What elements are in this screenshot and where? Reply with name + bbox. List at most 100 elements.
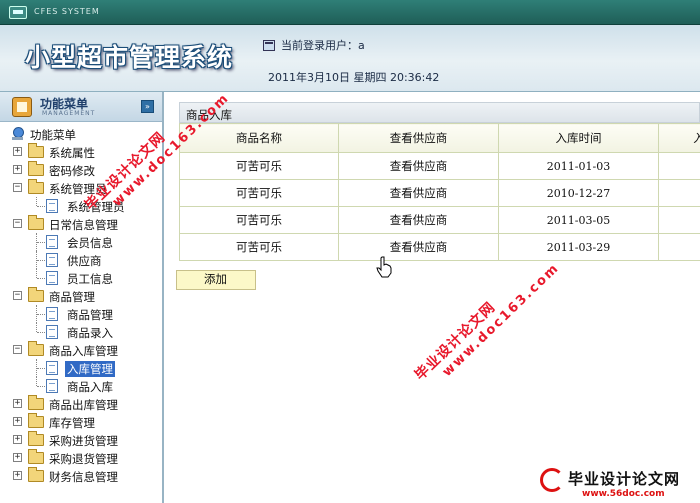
- stock-in-date-cell: 2011-03-05: [498, 206, 659, 234]
- folder-icon: [28, 395, 44, 410]
- product-name-cell: 可苦可乐: [179, 206, 339, 234]
- menu-sub-item[interactable]: 员工信息: [0, 269, 162, 287]
- menu-group-item[interactable]: − 商品管理: [0, 287, 162, 305]
- menu-sub-item[interactable]: 商品入库: [0, 377, 162, 395]
- expand-icon[interactable]: +: [13, 435, 22, 444]
- stock-in-date-cell: 2011-03-29: [498, 233, 659, 261]
- header-banner: 小型超市管理系统 当前登录用户：a 2011年3月10日 星期四 20:36:4…: [0, 25, 700, 92]
- menu-sub-label: 会员信息: [67, 236, 113, 250]
- product-name-cell: 可苦可乐: [179, 179, 339, 207]
- collapse-icon[interactable]: −: [13, 345, 22, 354]
- datetime-display: 2011年3月10日 星期四 20:36:42: [268, 71, 440, 84]
- expand-icon[interactable]: +: [13, 417, 22, 426]
- view-supplier-link[interactable]: 查看供应商: [338, 233, 499, 261]
- menu-subtitle: MANAGEMENT: [42, 110, 96, 117]
- menu-sub-item[interactable]: 商品管理: [0, 305, 162, 323]
- collapse-menu-button[interactable]: »: [141, 100, 154, 113]
- collapse-icon[interactable]: −: [13, 219, 22, 228]
- title-bar: CFES SYSTEM: [0, 0, 700, 25]
- table-cell: [658, 152, 700, 180]
- column-header: 查看供应商: [338, 123, 499, 153]
- folder-icon: [28, 215, 44, 230]
- folder-icon: [28, 449, 44, 464]
- table-row: 可苦可乐 查看供应商 2011-03-29: [179, 233, 700, 261]
- menu-sub-label: 商品录入: [67, 326, 113, 340]
- folder-icon: [28, 179, 44, 194]
- document-icon: [46, 253, 58, 267]
- menu-group-item[interactable]: − 商品入库管理: [0, 341, 162, 359]
- stock-in-table: 商品名称查看供应商入库时间入 可苦可乐查看供应商2011-01-03可苦可乐查看…: [179, 123, 700, 261]
- menu-group-label: 商品出库管理: [49, 398, 118, 412]
- view-supplier-link[interactable]: 查看供应商: [338, 179, 499, 207]
- site-logo: 毕业设计论文网 www.56doc.com: [538, 466, 700, 503]
- menu-sub-item[interactable]: 供应商: [0, 251, 162, 269]
- menu-sub-label: 商品入库: [67, 380, 113, 394]
- table-header-row: 商品名称查看供应商入库时间入: [179, 123, 700, 153]
- tree-line: [36, 269, 37, 278]
- logo-url: www.56doc.com: [582, 489, 665, 499]
- tree-line: [36, 323, 37, 332]
- folder-icon: [28, 341, 44, 356]
- tree-line: [37, 386, 45, 387]
- tree-line: [36, 377, 37, 386]
- logo-mark-icon: [540, 468, 564, 492]
- document-icon: [46, 361, 58, 375]
- window-icon: [9, 6, 27, 19]
- expand-icon[interactable]: +: [13, 453, 22, 462]
- main-content: 商品入库 商品名称查看供应商入库时间入 可苦可乐查看供应商2011-01-03可…: [166, 92, 700, 503]
- column-header: 入: [658, 123, 700, 153]
- table-cell: [658, 233, 700, 261]
- app-title: 小型超市管理系统: [25, 43, 234, 72]
- menu-group-label: 商品管理: [49, 290, 95, 304]
- menu-group-item[interactable]: + 采购进货管理: [0, 431, 162, 449]
- monitor-icon: [263, 39, 275, 51]
- view-supplier-link[interactable]: 查看供应商: [338, 206, 499, 234]
- collapse-icon[interactable]: −: [13, 183, 22, 192]
- document-icon: [46, 271, 58, 285]
- folder-icon: [28, 161, 44, 176]
- menu-group-item[interactable]: + 商品出库管理: [0, 395, 162, 413]
- document-icon: [46, 235, 58, 249]
- menu-sub-label: 员工信息: [67, 272, 113, 286]
- menu-group-item[interactable]: + 财务信息管理: [0, 467, 162, 485]
- menu-group-label: 财务信息管理: [49, 470, 118, 484]
- tree-line: [37, 368, 45, 369]
- menu-group-label: 密码修改: [49, 164, 95, 178]
- menu-book-icon: [12, 97, 32, 117]
- tree-line: [37, 278, 45, 279]
- table-cell: [658, 206, 700, 234]
- expand-icon[interactable]: +: [13, 399, 22, 408]
- menu-group-item[interactable]: + 采购退货管理: [0, 449, 162, 467]
- menu-group-label: 系统属性: [49, 146, 95, 160]
- expand-icon[interactable]: +: [13, 165, 22, 174]
- menu-header: 功能菜单 MANAGEMENT »: [0, 92, 162, 122]
- add-button[interactable]: 添加: [176, 270, 256, 290]
- hand-cursor-icon: [376, 256, 392, 278]
- menu-group-item[interactable]: − 日常信息管理: [0, 215, 162, 233]
- tree-line: [37, 242, 45, 243]
- menu-sub-item[interactable]: 商品录入: [0, 323, 162, 341]
- menu-group-label: 采购进货管理: [49, 434, 118, 448]
- menu-group-item[interactable]: + 库存管理: [0, 413, 162, 431]
- menu-sub-item[interactable]: 会员信息: [0, 233, 162, 251]
- column-header: 入库时间: [498, 123, 659, 153]
- user-icon: [12, 127, 24, 141]
- menu-sub-label: 入库管理: [65, 361, 115, 377]
- folder-icon: [28, 431, 44, 446]
- folder-icon: [28, 467, 44, 482]
- table-body: 可苦可乐 查看供应商 2011-01-03 可苦可乐 查看供应商 2010-12-27 可苦…: [179, 152, 700, 261]
- view-supplier-link[interactable]: 查看供应商: [338, 152, 499, 180]
- collapse-icon[interactable]: −: [13, 291, 22, 300]
- tree-line: [37, 332, 45, 333]
- menu-group-label: 采购退货管理: [49, 452, 118, 466]
- menu-root[interactable]: 功能菜单: [0, 125, 162, 143]
- menu-sub-label: 供应商: [67, 254, 102, 268]
- table-row: 可苦可乐 查看供应商 2011-01-03: [179, 152, 700, 180]
- product-name-cell: 可苦可乐: [179, 152, 339, 180]
- stock-in-date-cell: 2011-01-03: [498, 152, 659, 180]
- expand-icon[interactable]: +: [13, 147, 22, 156]
- tree-line: [36, 197, 37, 206]
- menu-sub-item[interactable]: 入库管理: [0, 359, 162, 377]
- folder-icon: [28, 413, 44, 428]
- expand-icon[interactable]: +: [13, 471, 22, 480]
